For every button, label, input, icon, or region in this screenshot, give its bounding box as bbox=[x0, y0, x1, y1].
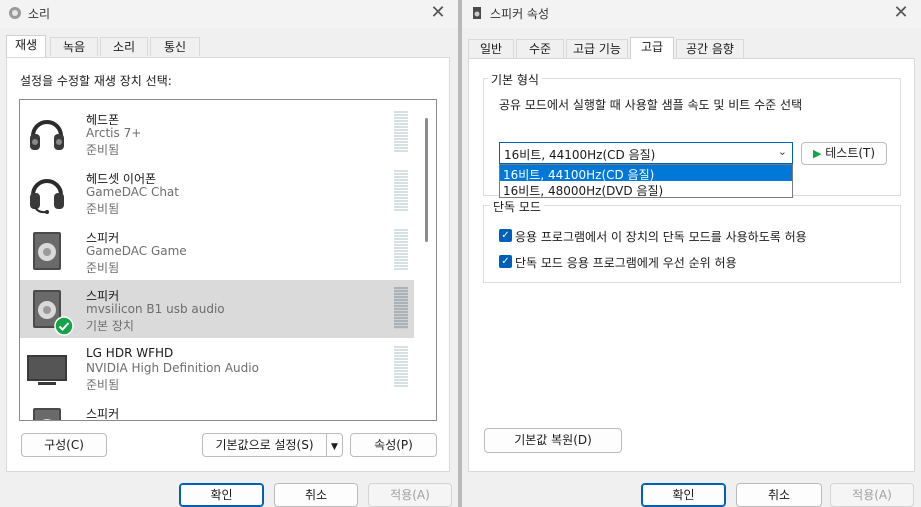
tab-advanced[interactable]: 고급 bbox=[630, 37, 674, 59]
device-status: 준비됨 bbox=[86, 378, 120, 392]
sound-dialog: 소리 ✕ 재생 녹음 소리 통신 설정을 수정할 재생 장치 선택: 헤드폰 A… bbox=[0, 0, 458, 507]
format-select[interactable]: 16비트, 44100Hz(CD 음질) ⌄ bbox=[499, 142, 793, 164]
level-meter bbox=[394, 229, 408, 271]
device-description: GameDAC Game bbox=[86, 244, 187, 258]
device-description: NVIDIA High Definition Audio bbox=[86, 361, 259, 375]
instruction-label: 설정을 수정할 재생 장치 선택: bbox=[20, 74, 172, 88]
cancel-button[interactable]: 취소 bbox=[274, 483, 358, 507]
monitor-icon bbox=[27, 355, 67, 385]
device-description: Arctis 7+ bbox=[86, 126, 142, 140]
tab-playback[interactable]: 재생 bbox=[6, 35, 46, 57]
exclusive-mode-label: 단독 모드 bbox=[490, 198, 544, 215]
device-status: 준비됨 bbox=[86, 143, 120, 157]
device-name: LG HDR WFHD bbox=[86, 346, 174, 360]
set-default-dropdown[interactable]: ▼ bbox=[326, 433, 343, 457]
headset-icon bbox=[30, 179, 64, 214]
list-scrollbar[interactable] bbox=[425, 118, 428, 242]
device-item[interactable]: 헤드폰 Arctis 7+ 준비됨 bbox=[20, 104, 414, 162]
close-button[interactable]: ✕ bbox=[889, 2, 913, 24]
speaker-properties-dialog: 스피커 속성 ✕ 일반 수준 고급 기능 고급 공간 음향 기본 형식 공유 모… bbox=[462, 0, 921, 507]
chevron-down-icon: ▼ bbox=[331, 442, 338, 452]
restore-defaults-button[interactable]: 기본값 복원(D) bbox=[484, 428, 622, 453]
tab-sounds[interactable]: 소리 bbox=[100, 37, 148, 56]
test-button[interactable]: ▶ 테스트(T) bbox=[801, 142, 887, 165]
headphones-icon bbox=[30, 120, 64, 150]
apply-button[interactable]: 적용(A) bbox=[830, 483, 914, 507]
device-item[interactable]: 스피커 bbox=[20, 398, 414, 420]
speaker-app-icon bbox=[9, 7, 21, 19]
device-item[interactable]: LG HDR WFHD NVIDIA High Definition Audio… bbox=[20, 339, 414, 397]
device-status: 준비됨 bbox=[86, 202, 120, 216]
allow-exclusive-label: 응용 프로그램에서 이 장치의 단독 모드를 사용하도록 허용 bbox=[515, 230, 807, 244]
close-button[interactable]: ✕ bbox=[426, 2, 450, 24]
format-select-value: 16비트, 44100Hz(CD 음질) bbox=[504, 148, 656, 162]
device-status: 준비됨 bbox=[86, 261, 120, 275]
device-description: mvsilicon B1 usb audio bbox=[86, 302, 225, 316]
allow-exclusive-checkbox[interactable]: ✓ bbox=[499, 229, 512, 242]
apply-button[interactable]: 적용(A) bbox=[368, 483, 452, 507]
title-bar: 스피커 속성 ✕ bbox=[462, 0, 921, 28]
speaker-icon bbox=[473, 7, 481, 19]
default-format-description: 공유 모드에서 실행할 때 사용할 샘플 속도 및 비트 수준 선택 bbox=[499, 98, 803, 112]
ok-button[interactable]: 확인 bbox=[179, 483, 264, 507]
speaker-icon bbox=[33, 408, 61, 420]
ok-button[interactable]: 확인 bbox=[641, 483, 726, 507]
level-meter bbox=[394, 346, 408, 388]
device-item-selected[interactable]: 스피커 mvsilicon B1 usb audio 기본 장치 bbox=[20, 280, 414, 338]
tab-communications[interactable]: 통신 bbox=[150, 37, 200, 56]
speaker-icon bbox=[33, 232, 61, 270]
test-button-label: 테스트(T) bbox=[825, 146, 876, 160]
play-icon: ▶ bbox=[812, 147, 822, 160]
level-meter bbox=[394, 170, 408, 212]
device-item[interactable]: 스피커 GameDAC Game 준비됨 bbox=[20, 222, 414, 280]
exclusive-priority-checkbox[interactable]: ✓ bbox=[499, 255, 512, 268]
exclusive-priority-label: 단독 모드 응용 프로그램에게 우선 순위 허용 bbox=[515, 256, 737, 270]
device-description: GameDAC Chat bbox=[86, 185, 179, 199]
cancel-button[interactable]: 취소 bbox=[736, 483, 822, 507]
tab-spatial-sound[interactable]: 공간 음향 bbox=[676, 39, 744, 58]
device-name: 스피커 bbox=[86, 407, 120, 420]
chevron-down-icon: ⌄ bbox=[777, 145, 787, 158]
tab-general[interactable]: 일반 bbox=[468, 39, 514, 58]
set-default-button[interactable]: 기본값으로 설정(S) bbox=[202, 433, 327, 457]
format-option-selected[interactable]: 16비트, 44100Hz(CD 음질) bbox=[500, 165, 792, 182]
title-bar: 소리 ✕ bbox=[0, 0, 458, 28]
default-format-label: 기본 형식 bbox=[488, 71, 542, 88]
properties-button[interactable]: 속성(P) bbox=[350, 433, 437, 457]
tab-levels[interactable]: 수준 bbox=[516, 39, 564, 58]
device-item[interactable]: 헤드셋 이어폰 GameDAC Chat 준비됨 bbox=[20, 163, 414, 221]
format-option[interactable]: 16비트, 48000Hz(DVD 음질) bbox=[500, 181, 792, 198]
default-check-icon bbox=[54, 316, 74, 336]
device-status: 기본 장치 bbox=[86, 319, 134, 333]
tab-enhancements[interactable]: 고급 기능 bbox=[566, 39, 628, 58]
format-dropdown-list: 16비트, 44100Hz(CD 음질) 16비트, 48000Hz(DVD 음… bbox=[499, 164, 793, 198]
window-title: 스피커 속성 bbox=[490, 7, 550, 21]
level-meter bbox=[394, 287, 408, 329]
tab-recording[interactable]: 녹음 bbox=[50, 37, 98, 56]
level-meter bbox=[394, 111, 408, 153]
configure-button[interactable]: 구성(C) bbox=[21, 433, 107, 457]
window-title: 소리 bbox=[28, 7, 51, 21]
format-option-label: 16비트, 48000Hz(DVD 음질) bbox=[503, 184, 664, 198]
